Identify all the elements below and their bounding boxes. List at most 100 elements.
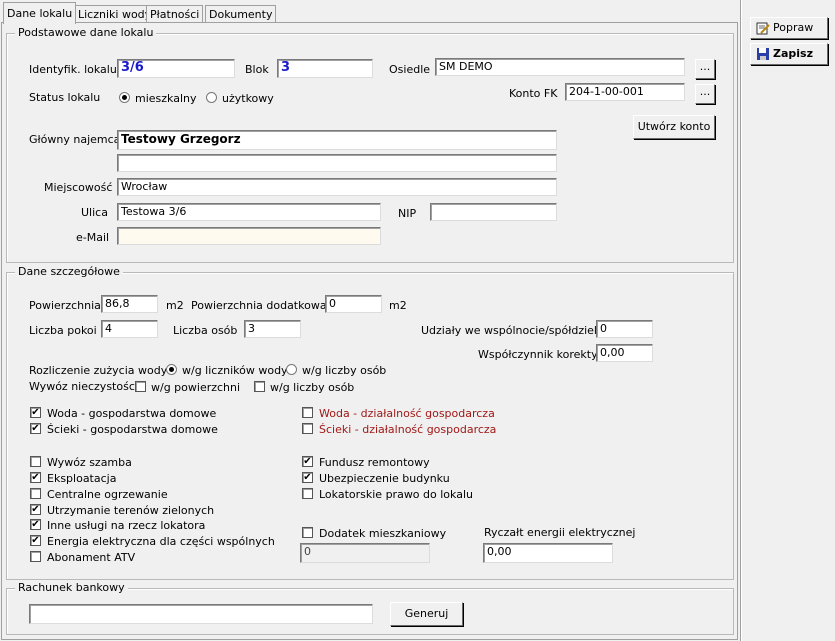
scieki-dzialalnosc-checkbox[interactable] <box>302 423 313 434</box>
wywoz-osoby-label: w/g liczby osób <box>270 381 355 394</box>
edit-icon <box>756 21 770 35</box>
nip-label: NIP <box>398 207 417 220</box>
energia-wspolne-checkbox[interactable]: ✔ <box>30 535 41 546</box>
panel-divider-highlight <box>741 0 742 641</box>
najemca-field[interactable]: Testowy Grzegorz <box>117 130 557 150</box>
floppy-disk-icon <box>756 47 770 61</box>
scieki-gospodarstwa-label: Ścieki - gospodarstwa domowe <box>47 423 218 436</box>
popraw-button[interactable]: Popraw <box>750 17 828 39</box>
wywoz-osoby-checkbox[interactable] <box>254 381 265 392</box>
osiedle-field[interactable]: SM DEMO <box>435 58 685 76</box>
woda-gospodarstwa-label: Woda - gospodarstwa domowe <box>47 407 217 420</box>
ulica-field[interactable]: Testowa 3/6 <box>117 203 381 221</box>
ryczalt-label: Ryczałt energii elektrycznej <box>484 526 636 539</box>
powierzchnia-label: Powierzchnia <box>29 299 101 312</box>
wywoz-powierzchni-label: w/g powierzchni <box>151 381 241 394</box>
konto-fk-field[interactable]: 204-1-00-001 <box>565 83 685 101</box>
tab-liczniki-wody[interactable]: Liczniki wody <box>74 5 156 23</box>
wywoz-szamba-checkbox[interactable] <box>30 456 41 467</box>
pow-dod-unit: m2 <box>389 299 407 312</box>
details-legend: Dane szczegółowe <box>15 265 123 278</box>
wywoz-powierzchni-checkbox[interactable] <box>135 381 146 392</box>
dodatek-checkbox[interactable] <box>302 527 313 538</box>
woda-dzialalnosc-label: Woda - działalność gospodarcza <box>319 407 495 420</box>
osiedle-browse-button[interactable]: ... <box>695 59 715 79</box>
powierzchnia-field[interactable]: 86,8 <box>101 295 158 313</box>
osoby-label: Liczba osób <box>173 324 238 337</box>
woda-gospodarstwa-checkbox[interactable]: ✔ <box>30 407 41 418</box>
woda-dzialalnosc-checkbox[interactable] <box>302 407 313 418</box>
zapisz-label: Zapisz <box>773 47 813 60</box>
scieki-gospodarstwa-checkbox[interactable]: ✔ <box>30 423 41 434</box>
wywoz-szamba-label: Wywóz szamba <box>47 456 132 469</box>
wspolczynnik-field[interactable]: 0,00 <box>596 344 653 362</box>
ryczalt-field[interactable]: 0,00 <box>483 543 613 563</box>
eksploatacja-label: Eksploatacja <box>47 472 117 485</box>
wywoz-label: Wywóz nieczystości <box>29 380 138 393</box>
dodatek-label: Dodatek mieszkaniowy <box>319 527 447 540</box>
ulica-label: Ulica <box>81 206 108 219</box>
powierzchnia-unit: m2 <box>166 299 184 312</box>
centralne-ogrzewanie-label: Centralne ogrzewanie <box>47 488 168 501</box>
bank-account-field[interactable] <box>29 604 373 624</box>
rozliczenie-liczniki-label: w/g liczników wody <box>182 364 288 377</box>
najemca-label: Główny najemca <box>29 133 121 146</box>
status-label: Status lokalu <box>29 91 101 104</box>
pokoje-label: Liczba pokoi <box>29 324 97 337</box>
najemca-second-field[interactable] <box>117 154 557 172</box>
osiedle-label: Osiedle <box>389 63 431 76</box>
scieki-dzialalnosc-label: Ścieki - działalność gospodarcza <box>319 423 497 436</box>
tereny-zielone-checkbox[interactable]: ✔ <box>30 504 41 515</box>
miejscowosc-field[interactable]: Wrocław <box>117 178 557 196</box>
nip-field[interactable] <box>430 203 557 221</box>
udzialy-field[interactable]: 0 <box>596 320 653 338</box>
zapisz-button[interactable]: Zapisz <box>750 43 828 65</box>
tab-platnosci[interactable]: Płatności <box>146 5 204 23</box>
osoby-field[interactable]: 3 <box>244 320 301 338</box>
konto-fk-label: Konto FK <box>509 87 558 100</box>
pow-dod-label: Powierzchnia dodatkowa <box>191 299 327 312</box>
status-uzytkowy-radio[interactable] <box>206 92 217 103</box>
dodatek-field[interactable]: 0 <box>300 543 430 563</box>
centralne-ogrzewanie-checkbox[interactable] <box>30 488 41 499</box>
udzialy-label: Udziały we wspólnocie/spółdzielni <box>421 324 608 337</box>
email-field[interactable] <box>117 227 381 245</box>
rozliczenie-label: Rozliczenie zużycia wody <box>29 364 168 377</box>
status-mieszkalny-label: mieszkalny <box>135 92 197 105</box>
ubezpieczenie-label: Ubezpieczenie budynku <box>319 472 450 485</box>
fundusz-remontowy-checkbox[interactable]: ✔ <box>302 456 313 467</box>
rozliczenie-osoby-radio[interactable] <box>286 364 297 375</box>
ident-label: Identyfik. lokalu <box>29 63 117 76</box>
pokoje-field[interactable]: 4 <box>101 320 158 338</box>
email-label: e-Mail <box>76 231 110 244</box>
create-account-button[interactable]: Utwórz konto <box>633 115 715 139</box>
fundusz-remontowy-label: Fundusz remontowy <box>319 456 430 469</box>
abonament-atv-label: Abonament ATV <box>47 551 136 564</box>
miejscowosc-label: Miejscowość <box>44 181 113 194</box>
blok-field[interactable]: 3 <box>277 59 373 78</box>
popraw-label: Popraw <box>773 21 814 34</box>
lokatorskie-prawo-checkbox[interactable] <box>302 488 313 499</box>
konto-browse-button[interactable]: ... <box>695 84 715 104</box>
ubezpieczenie-checkbox[interactable]: ✔ <box>302 472 313 483</box>
inne-uslugi-label: Inne usługi na rzecz lokatora <box>47 519 206 532</box>
rozliczenie-liczniki-radio[interactable] <box>166 364 177 375</box>
status-mieszkalny-radio[interactable] <box>119 92 130 103</box>
pow-dod-field[interactable]: 0 <box>325 295 382 313</box>
rozliczenie-osoby-label: w/g liczby osób <box>302 364 387 377</box>
tab-dane-lokalu[interactable]: Dane lokalu <box>3 2 77 24</box>
status-uzytkowy-label: użytkowy <box>222 92 274 105</box>
tereny-zielone-label: Utrzymanie terenów zielonych <box>47 504 215 517</box>
bank-legend: Rachunek bankowy <box>15 581 128 594</box>
energia-wspolne-label: Energia elektryczna dla części wspólnych <box>47 535 275 548</box>
inne-uslugi-checkbox[interactable]: ✔ <box>30 519 41 530</box>
wspolczynnik-label: Współczynnik korekty <box>478 348 598 361</box>
eksploatacja-checkbox[interactable]: ✔ <box>30 472 41 483</box>
blok-label: Blok <box>245 63 269 76</box>
tab-dokumenty[interactable]: Dokumenty <box>205 5 277 23</box>
basic-data-legend: Podstawowe dane lokalu <box>15 26 157 39</box>
generate-button[interactable]: Generuj <box>390 602 463 626</box>
abonament-atv-checkbox[interactable] <box>30 551 41 562</box>
ident-field[interactable]: 3/6 <box>117 59 235 78</box>
lokatorskie-prawo-label: Lokatorskie prawo do lokalu <box>319 488 473 501</box>
